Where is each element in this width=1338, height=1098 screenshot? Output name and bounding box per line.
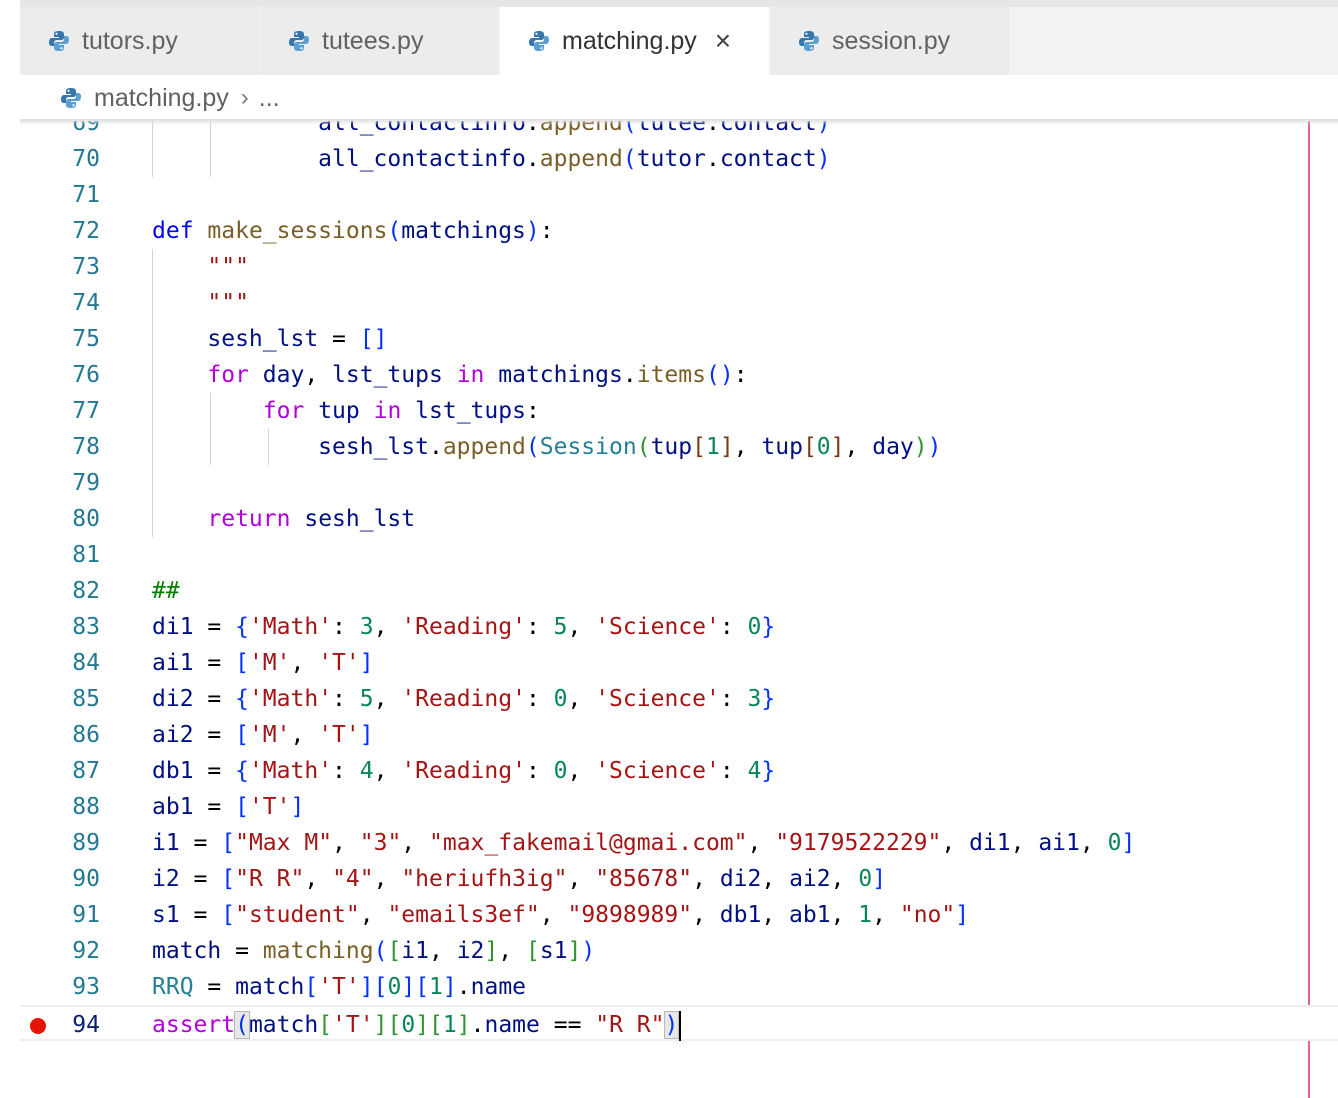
code-text: di2 = {'Math': 5, 'Reading': 0, 'Science… <box>152 686 776 712</box>
tab-label: session.py <box>832 26 951 55</box>
code-text: di1 = {'Math': 3, 'Reading': 5, 'Science… <box>152 614 776 640</box>
text-cursor <box>679 1010 682 1041</box>
breadcrumb-file[interactable]: matching.py <box>94 84 229 113</box>
code-text: ab1 = ['T'] <box>152 794 305 820</box>
line-number: 70 <box>72 146 100 172</box>
code-line[interactable]: 93 RRQ = match['T'][0][1].name <box>20 969 1338 1005</box>
code-text: return sesh_lst <box>207 506 416 532</box>
code-line[interactable]: 77 for tup in lst_tups: <box>20 393 1338 429</box>
close-icon[interactable]: × <box>715 27 731 55</box>
code-text: def make_sessions(matchings): <box>152 218 554 244</box>
tab-tutors[interactable]: tutors.py <box>20 7 260 75</box>
code-line[interactable]: 71 <box>20 177 1338 213</box>
line-number: 93 <box>72 974 100 1000</box>
line-number: 89 <box>72 830 100 856</box>
python-file-icon <box>289 31 309 51</box>
line-number: 87 <box>72 758 100 784</box>
line-number: 82 <box>72 578 100 604</box>
current-line[interactable]: 94 assert(match['T'][0][1].name == "R R"… <box>20 1005 1338 1041</box>
breadcrumb-more[interactable]: ... <box>259 84 280 113</box>
code-text: ai1 = ['M', 'T'] <box>152 650 374 676</box>
code-text: match = matching([i1, i2], [s1]) <box>152 938 596 964</box>
code-line[interactable]: 88 ab1 = ['T'] <box>20 789 1338 825</box>
line-number: 88 <box>72 794 100 820</box>
line-number: 72 <box>72 218 100 244</box>
code-text: ## <box>152 578 180 604</box>
code-text: i1 = ["Max M", "3", "max_fakemail@gmai.c… <box>152 830 1136 856</box>
code-line[interactable]: 73 """ <box>20 249 1338 285</box>
line-number: 81 <box>72 542 100 568</box>
code-line[interactable]: 79 <box>20 465 1338 501</box>
code-line[interactable]: 89 i1 = ["Max M", "3", "max_fakemail@gma… <box>20 825 1338 861</box>
line-number: 78 <box>72 434 100 460</box>
code-text: """ <box>207 290 249 316</box>
code-line[interactable]: 81 <box>20 537 1338 573</box>
line-number: 79 <box>72 470 100 496</box>
code-line[interactable]: 74 """ <box>20 285 1338 321</box>
code-text: sesh_lst = [] <box>207 326 388 352</box>
code-text: RRQ = match['T'][0][1].name <box>152 974 527 1000</box>
code-line[interactable]: 70 all_contactinfo.append(tutor.contact) <box>20 141 1338 177</box>
line-number: 75 <box>72 326 100 352</box>
breadcrumb: matching.py › ... <box>20 75 1338 121</box>
line-number: 83 <box>72 614 100 640</box>
code-line[interactable]: 87 db1 = {'Math': 4, 'Reading': 0, 'Scie… <box>20 753 1338 789</box>
tab-bar: tutors.py tutees.py matching.py × sessio… <box>20 7 1338 75</box>
tab-label: tutees.py <box>322 26 424 55</box>
line-number: 85 <box>72 686 100 712</box>
window-top-strip <box>0 0 1338 7</box>
code-line[interactable]: 82 ## <box>20 573 1338 609</box>
code-line[interactable]: 90 i2 = ["R R", "4", "heriufh3ig", "8567… <box>20 861 1338 897</box>
code-text: """ <box>207 254 249 280</box>
code-line[interactable]: 76 for day, lst_tups in matchings.items(… <box>20 357 1338 393</box>
code-text: all_contactinfo.append(tutor.contact) <box>318 146 831 172</box>
scroll-shadow <box>20 119 1338 125</box>
line-number: 71 <box>72 182 100 208</box>
code-line[interactable]: 84 ai1 = ['M', 'T'] <box>20 645 1338 681</box>
python-file-icon <box>49 31 69 51</box>
python-file-icon <box>529 31 549 51</box>
code-line[interactable]: 75 sesh_lst = [] <box>20 321 1338 357</box>
tab-label: matching.py <box>562 26 697 55</box>
code-text: for tup in lst_tups: <box>262 398 540 424</box>
code-text: s1 = ["student", "emails3ef", "9898989",… <box>152 902 970 928</box>
python-file-icon <box>61 88 81 108</box>
line-number: 94 <box>72 1012 100 1038</box>
code-line[interactable]: 78 sesh_lst.append(Session(tup[1], tup[0… <box>20 429 1338 465</box>
line-number: 92 <box>72 938 100 964</box>
line-number: 86 <box>72 722 100 748</box>
line-number: 84 <box>72 650 100 676</box>
code-line[interactable]: 83 di1 = {'Math': 3, 'Reading': 5, 'Scie… <box>20 609 1338 645</box>
tab-matching[interactable]: matching.py × <box>500 7 770 75</box>
line-number: 91 <box>72 902 100 928</box>
code-line[interactable]: 92 match = matching([i1, i2], [s1]) <box>20 933 1338 969</box>
code-text: i2 = ["R R", "4", "heriufh3ig", "85678",… <box>152 866 887 892</box>
code-line[interactable]: 72 def make_sessions(matchings): <box>20 213 1338 249</box>
line-number: 90 <box>72 866 100 892</box>
code-text: assert(match['T'][0][1].name == "R R") <box>152 1007 682 1043</box>
line-number: 76 <box>72 362 100 388</box>
code-line[interactable]: 86 ai2 = ['M', 'T'] <box>20 717 1338 753</box>
code-text: db1 = {'Math': 4, 'Reading': 0, 'Science… <box>152 758 776 784</box>
line-number: 80 <box>72 506 100 532</box>
line-number: 77 <box>72 398 100 424</box>
chevron-right-icon: › <box>240 84 249 111</box>
line-number: 74 <box>72 290 100 316</box>
left-margin-strip <box>0 0 20 1098</box>
code-text: for day, lst_tups in matchings.items(): <box>207 362 748 388</box>
tab-session[interactable]: session.py <box>770 7 1010 75</box>
python-file-icon <box>799 31 819 51</box>
tab-tutees[interactable]: tutees.py <box>260 7 500 75</box>
code-line[interactable]: 85 di2 = {'Math': 5, 'Reading': 0, 'Scie… <box>20 681 1338 717</box>
code-editor[interactable]: 69 all_contactinfo.append(tutee.contact)… <box>20 121 1338 1098</box>
code-line[interactable]: 91 s1 = ["student", "emails3ef", "989898… <box>20 897 1338 933</box>
code-text: sesh_lst.append(Session(tup[1], tup[0], … <box>318 434 942 460</box>
tab-label: tutors.py <box>82 26 178 55</box>
line-number: 73 <box>72 254 100 280</box>
code-line[interactable]: 80 return sesh_lst <box>20 501 1338 537</box>
code-text: ai2 = ['M', 'T'] <box>152 722 374 748</box>
